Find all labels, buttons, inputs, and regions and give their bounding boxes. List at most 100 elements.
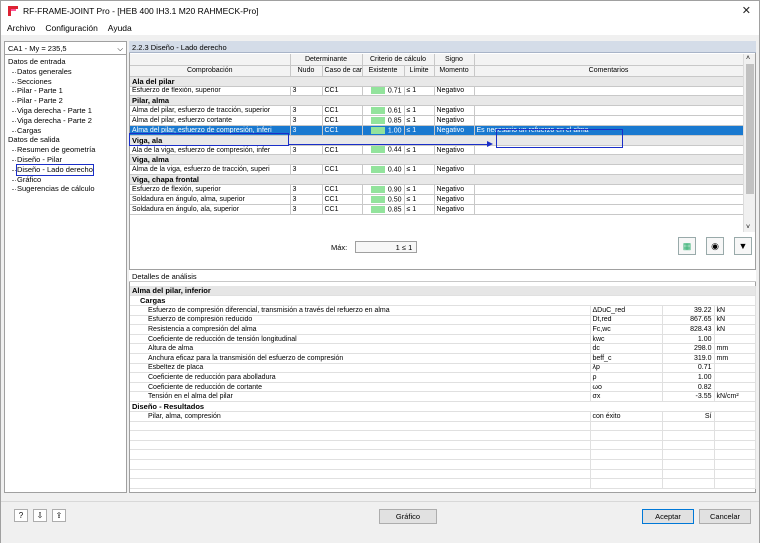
details-empty-row: [130, 430, 756, 441]
tree-item-secciones[interactable]: Secciones: [5, 77, 125, 87]
cell-existente-value: 0.85: [387, 117, 402, 125]
scroll-thumb[interactable]: [746, 64, 754, 194]
table-group-row: Ala del pilar: [130, 76, 743, 87]
cell-caso: CC1: [322, 86, 363, 97]
scroll-up-icon[interactable]: ˄: [746, 55, 750, 62]
detail-unit: kN: [714, 324, 756, 335]
header-signo: Signo: [434, 54, 475, 66]
menu-archivo[interactable]: Archivo: [7, 23, 35, 33]
detail-value: 319.0: [662, 353, 715, 364]
cell-comentario: [474, 184, 744, 196]
details-empty-row: [130, 459, 756, 470]
cell-limite: ≤ 1: [404, 86, 435, 97]
detail-value: 1.00: [662, 334, 715, 345]
table-row[interactable]: Soldadura en ángulo, alma, superior 3 CC1 0…: [130, 194, 744, 205]
detail-symbol: ωo: [590, 382, 663, 393]
menu-ayuda[interactable]: Ayuda: [108, 23, 132, 33]
table-row[interactable]: Esfuerzo de flexión, superior 3 CC1 0.90 ≤ 1…: [130, 184, 744, 196]
title-bar: RF-FRAME-JOINT Pro - [HEB 400 IH3.1 M20 …: [1, 1, 759, 21]
grafico-button[interactable]: Gráfico: [379, 509, 437, 524]
details-row: Coeficiente de reducción para abolladura…: [130, 372, 756, 383]
detail-value: 0.82: [662, 382, 715, 393]
detail-unit: mm: [714, 353, 756, 364]
tree-header-output[interactable]: Datos de salida: [5, 135, 125, 145]
navigation-tree: Datos de entrada Datos generales Seccion…: [5, 57, 125, 194]
detail-label: Coeficiente de reducción para abolladura: [130, 372, 591, 383]
table-header-row-1: Determinante Criterio de cálculo Signo: [130, 54, 744, 66]
table-group-row: Viga, alma: [130, 154, 743, 166]
annotation-arrow: [289, 144, 489, 145]
cell-nudo: 3: [290, 86, 323, 97]
cell-comprobacion: Soldadura en ángulo, alma, superior: [130, 194, 291, 205]
cell-caso: CC1: [322, 125, 363, 136]
table-header-row-2: Comprobación Nudo Caso de car Existente …: [130, 65, 744, 77]
detail-label: Tensión en el alma del pilar: [130, 391, 591, 403]
cell-comprobacion: Esfuerzo de flexión, superior: [130, 86, 291, 97]
main-window: RF-FRAME-JOINT Pro - [HEB 400 IH3.1 M20 …: [0, 0, 760, 543]
tree-item-viga-2[interactable]: Viga derecha - Parte 2: [5, 116, 125, 126]
table-row[interactable]: Alma del pilar, esfuerzo cortante 3 CC1 0.8…: [130, 115, 744, 126]
table-row[interactable]: Ala de la viga, esfuerzo de compresión, …: [130, 145, 744, 156]
tree-item-grafico[interactable]: Gráfico: [5, 175, 125, 185]
header-determinante: Determinante: [290, 54, 363, 66]
details-results-label[interactable]: Diseño - Resultados: [130, 401, 756, 413]
details-subgroup-row: Cargas: [130, 295, 756, 307]
import-button[interactable]: ⇩: [33, 509, 47, 522]
menu-configuracion[interactable]: Configuración: [45, 23, 97, 33]
scroll-down-icon[interactable]: ˅: [746, 224, 750, 231]
detail-label: Resistencia a compresión del alma: [130, 324, 591, 335]
table-row[interactable]: Soldadura en ángulo, ala, superior 3 CC1 0.…: [130, 204, 744, 215]
filter-button[interactable]: ▼: [734, 237, 752, 255]
section-title: 2.2.3 Diseño - Lado derecho: [129, 41, 756, 53]
table-row[interactable]: Alma de la viga, esfuerzo de tracción, s…: [130, 164, 744, 176]
details-group-label[interactable]: Alma del pilar, inferior: [130, 286, 756, 297]
detail-label: Esfuerzo de compresión diferencial, tran…: [130, 305, 591, 316]
table-row[interactable]: Alma del pilar, esfuerzo de tracción, su…: [130, 105, 744, 117]
bottom-bar: ? ⇩ ⇪ Gráfico Aceptar Cancelar: [1, 501, 759, 543]
help-button[interactable]: ?: [14, 509, 28, 522]
close-button[interactable]: ✕: [742, 4, 751, 17]
tree-item-resumen[interactable]: Resumen de geometría: [5, 145, 125, 155]
detail-label: Anchura eficaz para la transmisión del e…: [130, 353, 591, 364]
details-row: Esbeltez de placa λp 0.71: [130, 363, 756, 374]
header-criterio: Criterio de cálculo: [362, 54, 435, 66]
ratio-bar: [370, 195, 385, 203]
tree-item-viga-1[interactable]: Viga derecha - Parte 1: [5, 106, 125, 116]
export-excel-button[interactable]: ▦: [678, 237, 696, 255]
tree-item-cargas[interactable]: Cargas: [5, 126, 125, 136]
max-label: Máx:: [331, 242, 348, 252]
header-momento: Momento: [434, 65, 475, 77]
details-row: Esfuerzo de compresión reducido Dt,red 867…: [130, 315, 756, 326]
detail-value: 39.22: [662, 305, 715, 316]
case-selector[interactable]: CA1 - My = 235,5 ⌵: [4, 41, 127, 55]
view-button[interactable]: ◉: [706, 237, 724, 255]
tree-item-sugerencias[interactable]: Sugerencias de cálculo: [5, 184, 125, 194]
max-value-box: 1 ≤ 1: [355, 241, 418, 253]
cell-signo: Negativo: [434, 115, 475, 126]
table-row[interactable]: Esfuerzo de flexión, superior 3 CC1 0.71 ≤ 1…: [130, 86, 744, 97]
tree-header-input[interactable]: Datos de entrada: [5, 57, 125, 67]
export-button[interactable]: ⇪: [52, 509, 66, 522]
details-empty-row: [130, 440, 756, 451]
header-caso: Caso de car: [322, 65, 363, 77]
cell-comprobacion: Alma del pilar, esfuerzo de tracción, su…: [130, 105, 291, 117]
cell-signo: Negativo: [434, 125, 475, 136]
tree-item-pilar-2[interactable]: Pilar - Parte 2: [5, 96, 125, 106]
aceptar-button[interactable]: Aceptar: [642, 509, 694, 524]
cell-nudo: 3: [290, 115, 323, 126]
cell-existente-value: 0.71: [387, 87, 402, 95]
ratio-bar: [370, 186, 385, 193]
cell-signo: Negativo: [434, 194, 475, 205]
details-subgroup-label[interactable]: Cargas: [130, 295, 756, 307]
cell-existente: 0.90: [362, 184, 405, 196]
table-scrollbar[interactable]: ˄ ˅: [743, 54, 755, 232]
detail-symbol: ΔDuC_red: [590, 305, 663, 316]
details-empty-row: [130, 478, 756, 489]
tree-item-datos-generales[interactable]: Datos generales: [5, 67, 125, 77]
detail-symbol: ρ: [590, 372, 663, 383]
tree-item-diseno-lado-derecho[interactable]: Diseño - Lado derecho: [5, 163, 125, 176]
cancelar-button[interactable]: Cancelar: [699, 509, 751, 524]
details-row: Resistencia a compresión del alma Fc,wc 82…: [130, 324, 756, 335]
tree-item-pilar-1[interactable]: Pilar - Parte 1: [5, 86, 125, 96]
tree-item-diseno-pilar[interactable]: Diseño - Pilar: [5, 155, 125, 165]
